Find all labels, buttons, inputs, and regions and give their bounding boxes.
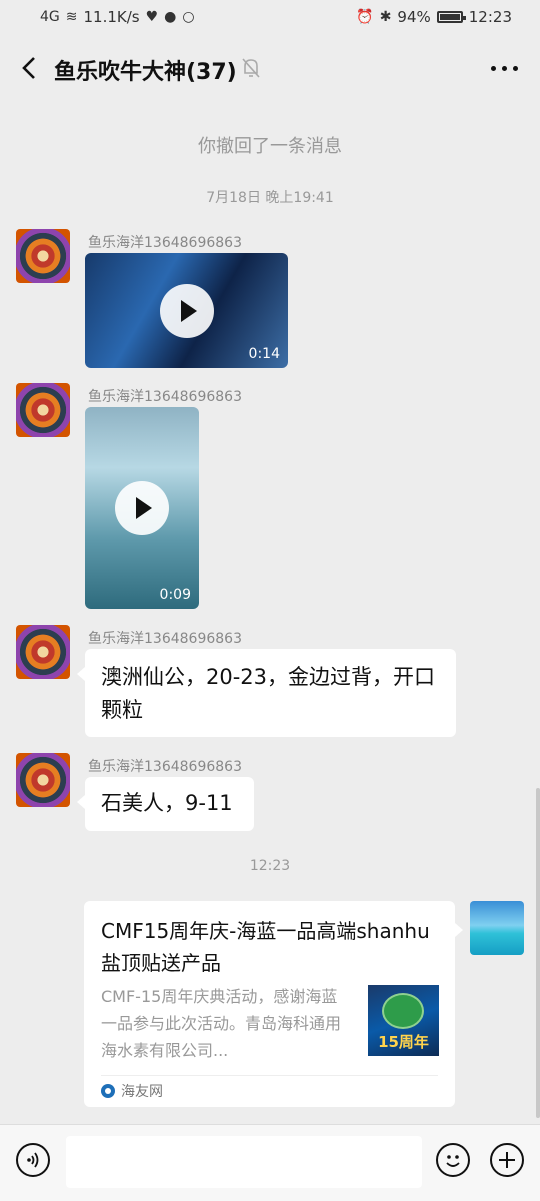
battery-icon <box>436 11 466 23</box>
plus-icon[interactable] <box>490 1143 524 1177</box>
back-arrow-icon[interactable] <box>14 52 46 84</box>
card-source: 海友网 <box>101 1081 163 1101</box>
muted-bell-icon <box>242 58 260 78</box>
more-icon[interactable] <box>491 66 518 71</box>
card-thumbnail: 15周年 <box>368 985 439 1056</box>
input-bar <box>0 1124 540 1201</box>
timestamp: 7月18日 晚上19:41 <box>206 190 334 206</box>
sender-name: 鱼乐海洋13648696863 <box>88 235 242 251</box>
avatar[interactable] <box>16 229 70 283</box>
status-right: ⏰ ✱ 94% 12:23 <box>356 8 512 26</box>
logo-icon <box>382 993 424 1029</box>
sender-name: 鱼乐海洋13648696863 <box>88 389 242 405</box>
card-description: CMF-15周年庆典活动，感谢海蓝一品参与此次活动。青岛海科通用海水素有限公司.… <box>101 987 342 1060</box>
play-icon[interactable] <box>115 481 169 535</box>
recall-notice: 你撤回了一条消息 <box>198 136 342 157</box>
divider <box>101 1075 438 1076</box>
circle-icon: ○ <box>182 9 195 25</box>
video-message[interactable]: 0:09 <box>85 407 199 609</box>
source-icon <box>101 1084 115 1098</box>
chat-title: 鱼乐吹牛大神(37) <box>54 60 237 85</box>
video-duration: 0:14 <box>248 346 280 362</box>
scrollbar[interactable] <box>536 788 540 1118</box>
chat-header: 鱼乐吹牛大神(37) <box>0 36 540 100</box>
card-title: CMF15周年庆-海蓝一品高端shanhu盐顶贴送产品 <box>101 919 430 975</box>
chat-bubble-icon: ● <box>164 9 177 25</box>
bluetooth-icon: ✱ <box>379 9 392 25</box>
alarm-icon: ⏰ <box>356 9 374 25</box>
play-icon[interactable] <box>159 283 214 338</box>
emoji-icon[interactable] <box>436 1143 470 1177</box>
link-card-message[interactable]: CMF15周年庆-海蓝一品高端shanhu盐顶贴送产品 CMF-15周年庆典活动… <box>84 901 463 1107</box>
voice-input-icon[interactable] <box>16 1143 50 1177</box>
timestamp: 12:23 <box>249 858 291 874</box>
status-bar: 4G ≋ 11.1K/s ♥ ● ○ ⏰ ✱ 94% 12:23 <box>0 0 540 36</box>
thumbnail-text: 15周年 <box>378 1033 429 1051</box>
signal-icon: 4G <box>40 9 60 25</box>
status-left: 4G ≋ 11.1K/s ♥ ● ○ <box>40 8 195 26</box>
avatar[interactable] <box>16 625 70 679</box>
my-avatar[interactable] <box>470 901 524 955</box>
video-message[interactable]: 0:14 <box>85 253 288 368</box>
video-duration: 0:09 <box>159 587 191 603</box>
network-speed: 11.1K/s <box>83 8 140 26</box>
source-name: 海友网 <box>121 1084 163 1100</box>
message-input[interactable] <box>66 1136 422 1188</box>
wifi-icon: ≋ <box>65 9 78 25</box>
avatar[interactable] <box>16 383 70 437</box>
battery-percent: 94% <box>397 8 431 26</box>
text-message[interactable]: 石美人，9-11 <box>77 777 254 831</box>
avatar[interactable] <box>16 753 70 807</box>
clock: 12:23 <box>468 8 512 26</box>
text-message[interactable]: 澳洲仙公，20-23，金边过背，开口颗粒 <box>77 649 456 737</box>
sender-name: 鱼乐海洋13648696863 <box>88 759 242 775</box>
sender-name: 鱼乐海洋13648696863 <box>88 631 242 647</box>
heart-icon: ♥ <box>145 9 159 25</box>
